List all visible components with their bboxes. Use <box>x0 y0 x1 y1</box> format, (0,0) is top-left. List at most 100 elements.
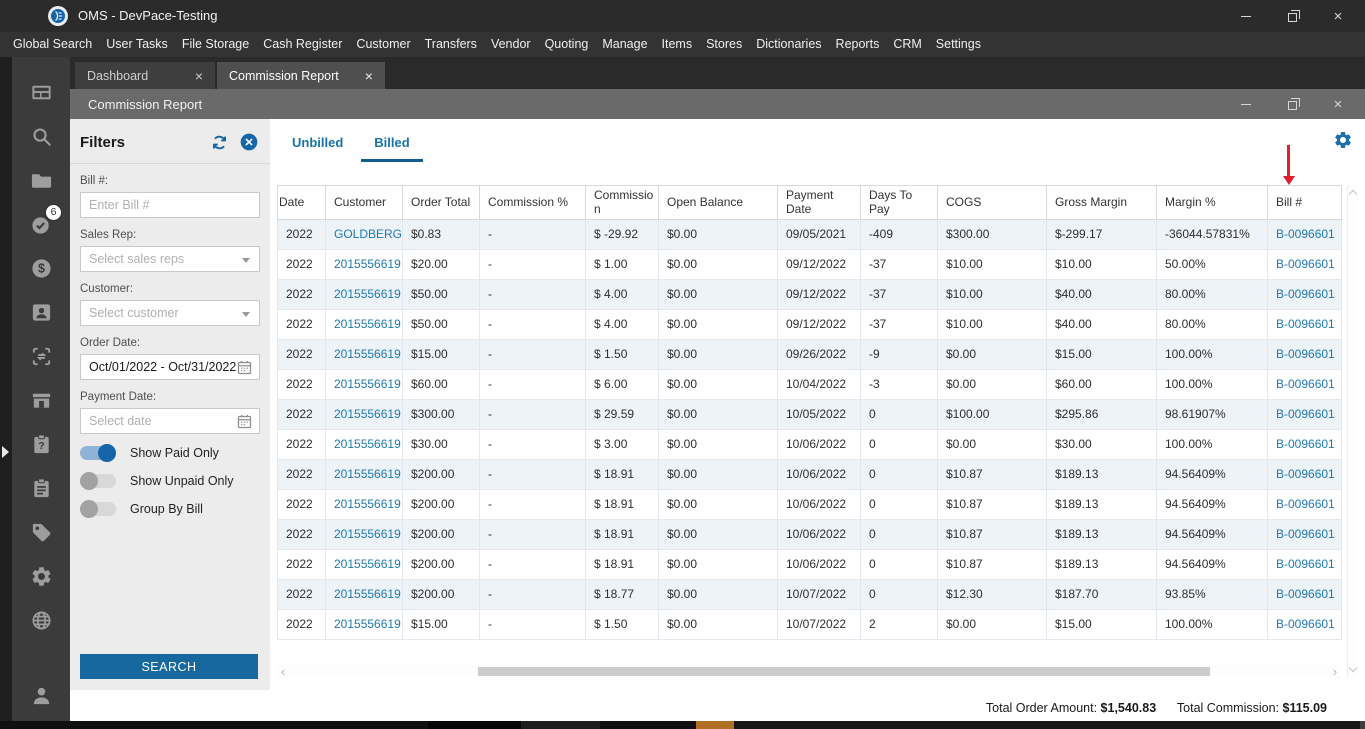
menu-item-vendor[interactable]: Vendor <box>484 32 538 57</box>
customer-link[interactable]: 2015556619 <box>334 317 401 331</box>
payment-date-input[interactable]: Select date <box>80 408 260 434</box>
user-tasks-icon[interactable]: 6 <box>19 202 63 246</box>
table-row[interactable]: 2022 2015556619 $200.00 - $ 18.91 $0.00 10/06/… <box>277 549 1342 580</box>
menu-item-stores[interactable]: Stores <box>699 32 749 57</box>
bill-link[interactable]: B-0096601 <box>1276 407 1335 421</box>
table-row[interactable]: 2022 2015556619 $200.00 - $ 18.91 $0.00 10/06/… <box>277 459 1342 490</box>
table-row[interactable]: 2022 GOLDBERG $0.83 - $ -29.92 $0.00 09/05/202… <box>277 219 1342 250</box>
column-header-gross-margin[interactable]: Gross Margin <box>1046 185 1157 220</box>
table-row[interactable]: 2022 2015556619 $200.00 - $ 18.91 $0.00 10/06/… <box>277 489 1342 520</box>
customer-link[interactable]: 2015556619 <box>334 557 401 571</box>
vertical-scrollbar[interactable] <box>1347 185 1358 677</box>
bill-link[interactable]: B-0096601 <box>1276 227 1335 241</box>
menu-item-global-search[interactable]: Global Search <box>6 32 99 57</box>
close-filters-icon[interactable] <box>238 131 260 153</box>
quoting-icon[interactable]: ? <box>19 422 63 466</box>
refresh-icon[interactable] <box>208 131 230 153</box>
globe-icon[interactable] <box>19 598 63 642</box>
customer-link[interactable]: 2015556619 <box>334 257 401 271</box>
table-row[interactable]: 2022 2015556619 $15.00 - $ 1.50 $0.00 10/07/20… <box>277 609 1342 640</box>
dashboard-icon[interactable] <box>19 70 63 114</box>
grid-settings-gear-icon[interactable] <box>1333 130 1353 150</box>
expand-panel-arrow-icon[interactable] <box>2 446 9 458</box>
report-tab-unbilled[interactable]: Unbilled <box>279 131 356 162</box>
table-row[interactable]: 2022 2015556619 $50.00 - $ 4.00 $0.00 09/12/20… <box>277 309 1342 340</box>
settings-gear-icon[interactable] <box>19 554 63 598</box>
customer-link[interactable]: 2015556619 <box>334 407 401 421</box>
bill-link[interactable]: B-0096601 <box>1276 587 1335 601</box>
column-header-payment-date[interactable]: Payment Date <box>777 185 861 220</box>
table-row[interactable]: 2022 2015556619 $20.00 - $ 1.00 $0.00 09/12/20… <box>277 249 1342 280</box>
table-row[interactable]: 2022 2015556619 $300.00 - $ 29.59 $0.00 10/05/… <box>277 399 1342 430</box>
column-header-commission[interactable]: Commission % <box>479 185 586 220</box>
minimize-button[interactable] <box>1223 0 1269 32</box>
column-header-date[interactable]: Date <box>277 185 326 220</box>
customer-link[interactable]: 2015556619 <box>334 587 401 601</box>
menu-item-reports[interactable]: Reports <box>829 32 887 57</box>
bill-link[interactable]: B-0096601 <box>1276 497 1335 511</box>
order-date-input[interactable]: Oct/01/2022 - Oct/31/2022 <box>80 354 260 380</box>
cash-register-icon[interactable]: $ <box>19 246 63 290</box>
close-button[interactable]: × <box>1315 0 1361 32</box>
menu-item-items[interactable]: Items <box>655 32 700 57</box>
tab-commission-report[interactable]: Commission Report × <box>217 62 385 89</box>
scroll-down-icon[interactable] <box>1348 663 1358 673</box>
search-icon[interactable] <box>19 114 63 158</box>
bill-link[interactable]: B-0096601 <box>1276 527 1335 541</box>
column-header-order-total[interactable]: Order Total <box>402 185 480 220</box>
restore-button[interactable] <box>1269 0 1315 32</box>
table-row[interactable]: 2022 2015556619 $200.00 - $ 18.91 $0.00 10/06/… <box>277 519 1342 550</box>
transfers-icon[interactable] <box>19 334 63 378</box>
bill-number-input[interactable]: Enter Bill # <box>80 192 260 218</box>
customer-icon[interactable] <box>19 290 63 334</box>
menu-item-manage[interactable]: Manage <box>595 32 654 57</box>
menu-item-customer[interactable]: Customer <box>349 32 417 57</box>
column-header-days-to-pay[interactable]: Days To Pay <box>860 185 938 220</box>
table-row[interactable]: 2022 2015556619 $50.00 - $ 4.00 $0.00 09/12/20… <box>277 279 1342 310</box>
table-row[interactable]: 2022 2015556619 $15.00 - $ 1.50 $0.00 09/26/20… <box>277 339 1342 370</box>
customer-link[interactable]: 2015556619 <box>334 347 401 361</box>
manage-clipboard-icon[interactable] <box>19 466 63 510</box>
calendar-icon[interactable] <box>236 413 253 433</box>
bill-link[interactable]: B-0096601 <box>1276 287 1335 301</box>
table-row[interactable]: 2022 2015556619 $200.00 - $ 18.77 $0.00 10/07/… <box>277 579 1342 610</box>
bill-link[interactable]: B-0096601 <box>1276 617 1335 631</box>
customer-select[interactable]: Select customer <box>80 300 260 326</box>
column-header-cogs[interactable]: COGS <box>937 185 1047 220</box>
inner-restore-button[interactable] <box>1269 89 1315 119</box>
menu-item-transfers[interactable]: Transfers <box>418 32 484 57</box>
tab-close-icon[interactable]: × <box>365 68 373 84</box>
calendar-icon[interactable] <box>236 359 253 379</box>
table-row[interactable]: 2022 2015556619 $60.00 - $ 6.00 $0.00 10/04/20… <box>277 369 1342 400</box>
report-tab-billed[interactable]: Billed <box>361 131 423 162</box>
user-profile-icon[interactable] <box>19 673 63 717</box>
search-button[interactable]: SEARCH <box>80 654 258 679</box>
menu-item-file-storage[interactable]: File Storage <box>175 32 256 57</box>
customer-link[interactable]: 2015556619 <box>334 437 401 451</box>
customer-link[interactable]: 2015556619 <box>334 377 401 391</box>
menu-item-settings[interactable]: Settings <box>929 32 988 57</box>
sales-rep-select[interactable]: Select sales reps <box>80 246 260 272</box>
bill-link[interactable]: B-0096601 <box>1276 467 1335 481</box>
toggle-show-paid-only[interactable] <box>80 444 116 462</box>
bill-link[interactable]: B-0096601 <box>1276 257 1335 271</box>
menu-item-cash-register[interactable]: Cash Register <box>256 32 349 57</box>
customer-link[interactable]: 2015556619 <box>334 497 401 511</box>
inner-close-button[interactable]: × <box>1315 89 1361 119</box>
bill-link[interactable]: B-0096601 <box>1276 347 1335 361</box>
tab-dashboard[interactable]: Dashboard × <box>75 62 215 89</box>
menu-item-dictionaries[interactable]: Dictionaries <box>749 32 828 57</box>
bill-link[interactable]: B-0096601 <box>1276 377 1335 391</box>
scroll-left-icon[interactable]: ‹ <box>277 665 289 678</box>
tab-close-icon[interactable]: × <box>195 68 203 84</box>
menu-item-quoting[interactable]: Quoting <box>538 32 596 57</box>
horizontal-scrollbar[interactable]: ‹ › <box>277 665 1341 678</box>
customer-link[interactable]: 2015556619 <box>334 527 401 541</box>
customer-link[interactable]: GOLDBERG <box>334 227 402 241</box>
menu-item-crm[interactable]: CRM <box>886 32 928 57</box>
customer-link[interactable]: 2015556619 <box>334 467 401 481</box>
customer-link[interactable]: 2015556619 <box>334 617 401 631</box>
file-storage-icon[interactable] <box>19 158 63 202</box>
bill-link[interactable]: B-0096601 <box>1276 317 1335 331</box>
scroll-right-icon[interactable]: › <box>1329 665 1341 678</box>
